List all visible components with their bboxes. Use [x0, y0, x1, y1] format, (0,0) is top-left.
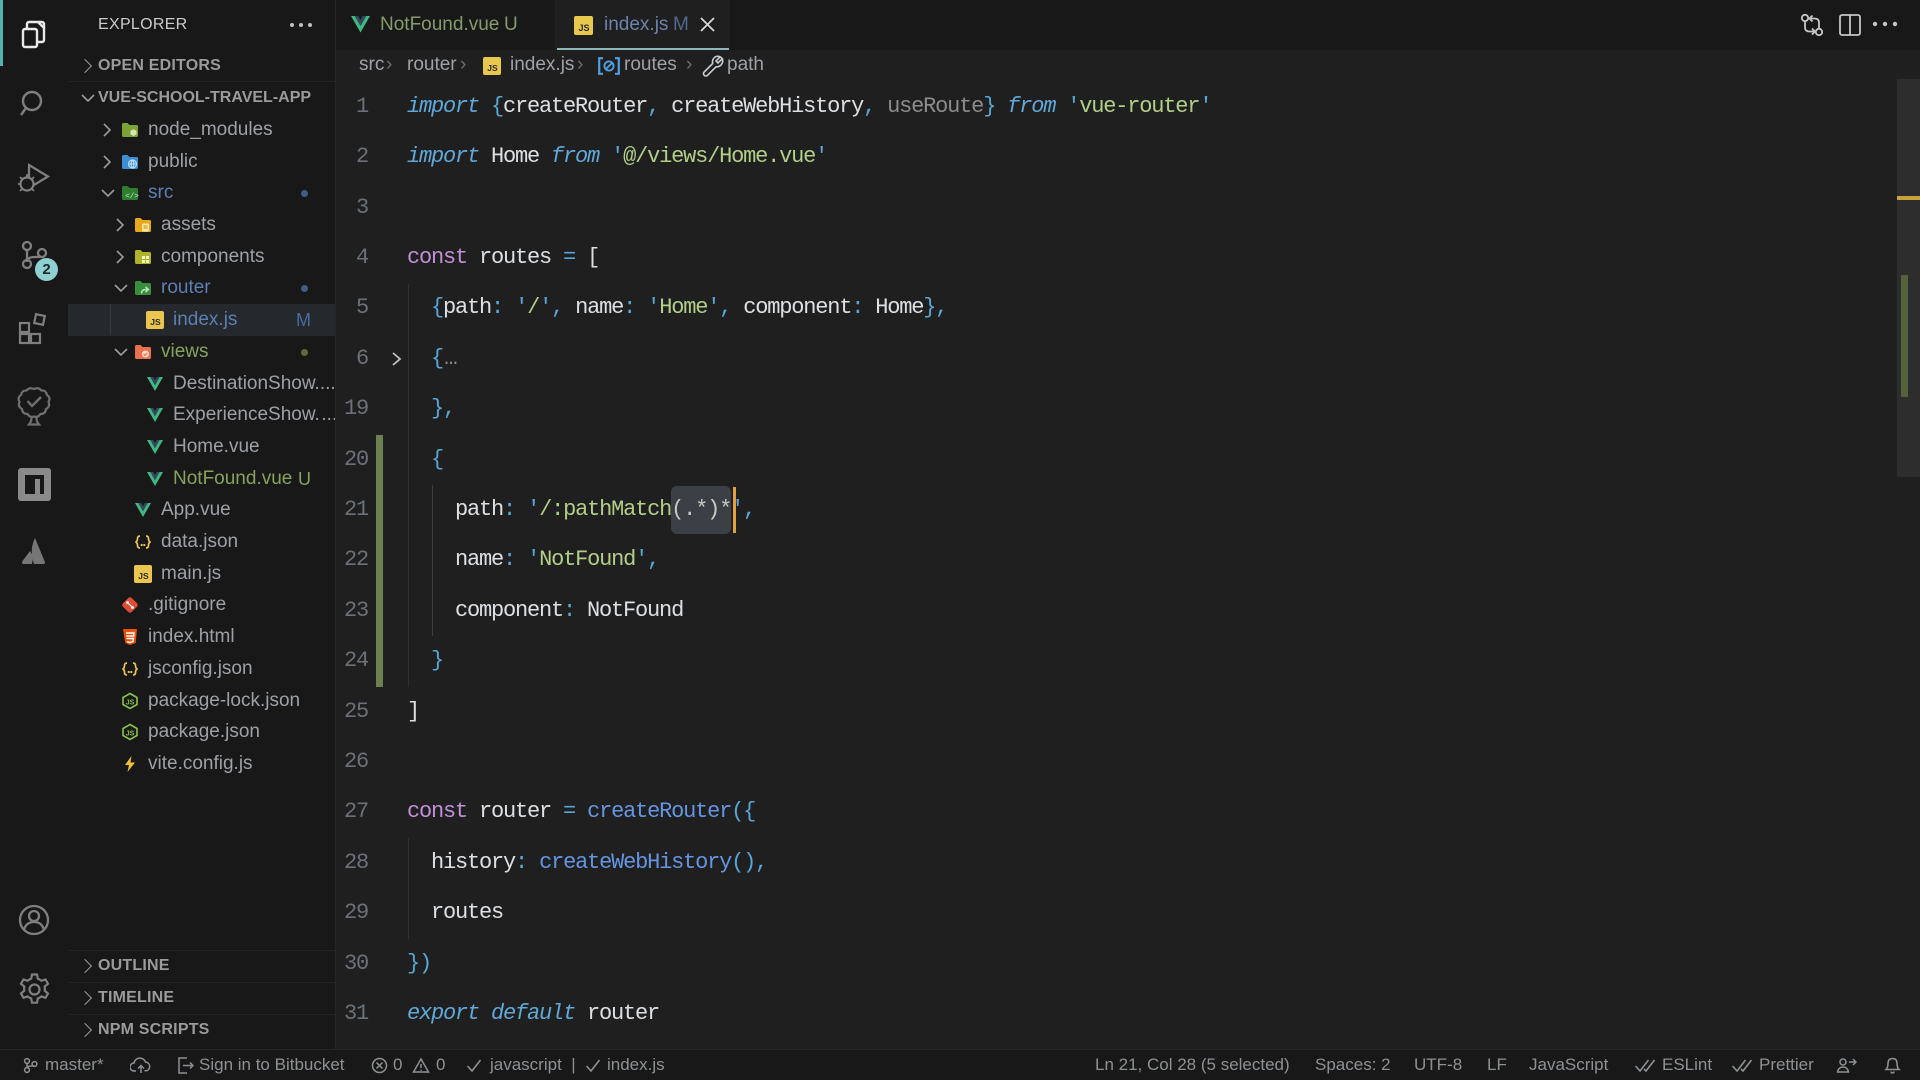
svg-text:JS: JS — [578, 23, 589, 33]
svg-text:JS: JS — [126, 699, 135, 706]
svg-text:JS: JS — [487, 63, 498, 73]
svg-text:</>: </> — [125, 193, 139, 201]
svg-text:JS: JS — [126, 731, 135, 738]
svg-text:JS: JS — [150, 317, 161, 327]
svg-text:JS: JS — [138, 571, 149, 581]
